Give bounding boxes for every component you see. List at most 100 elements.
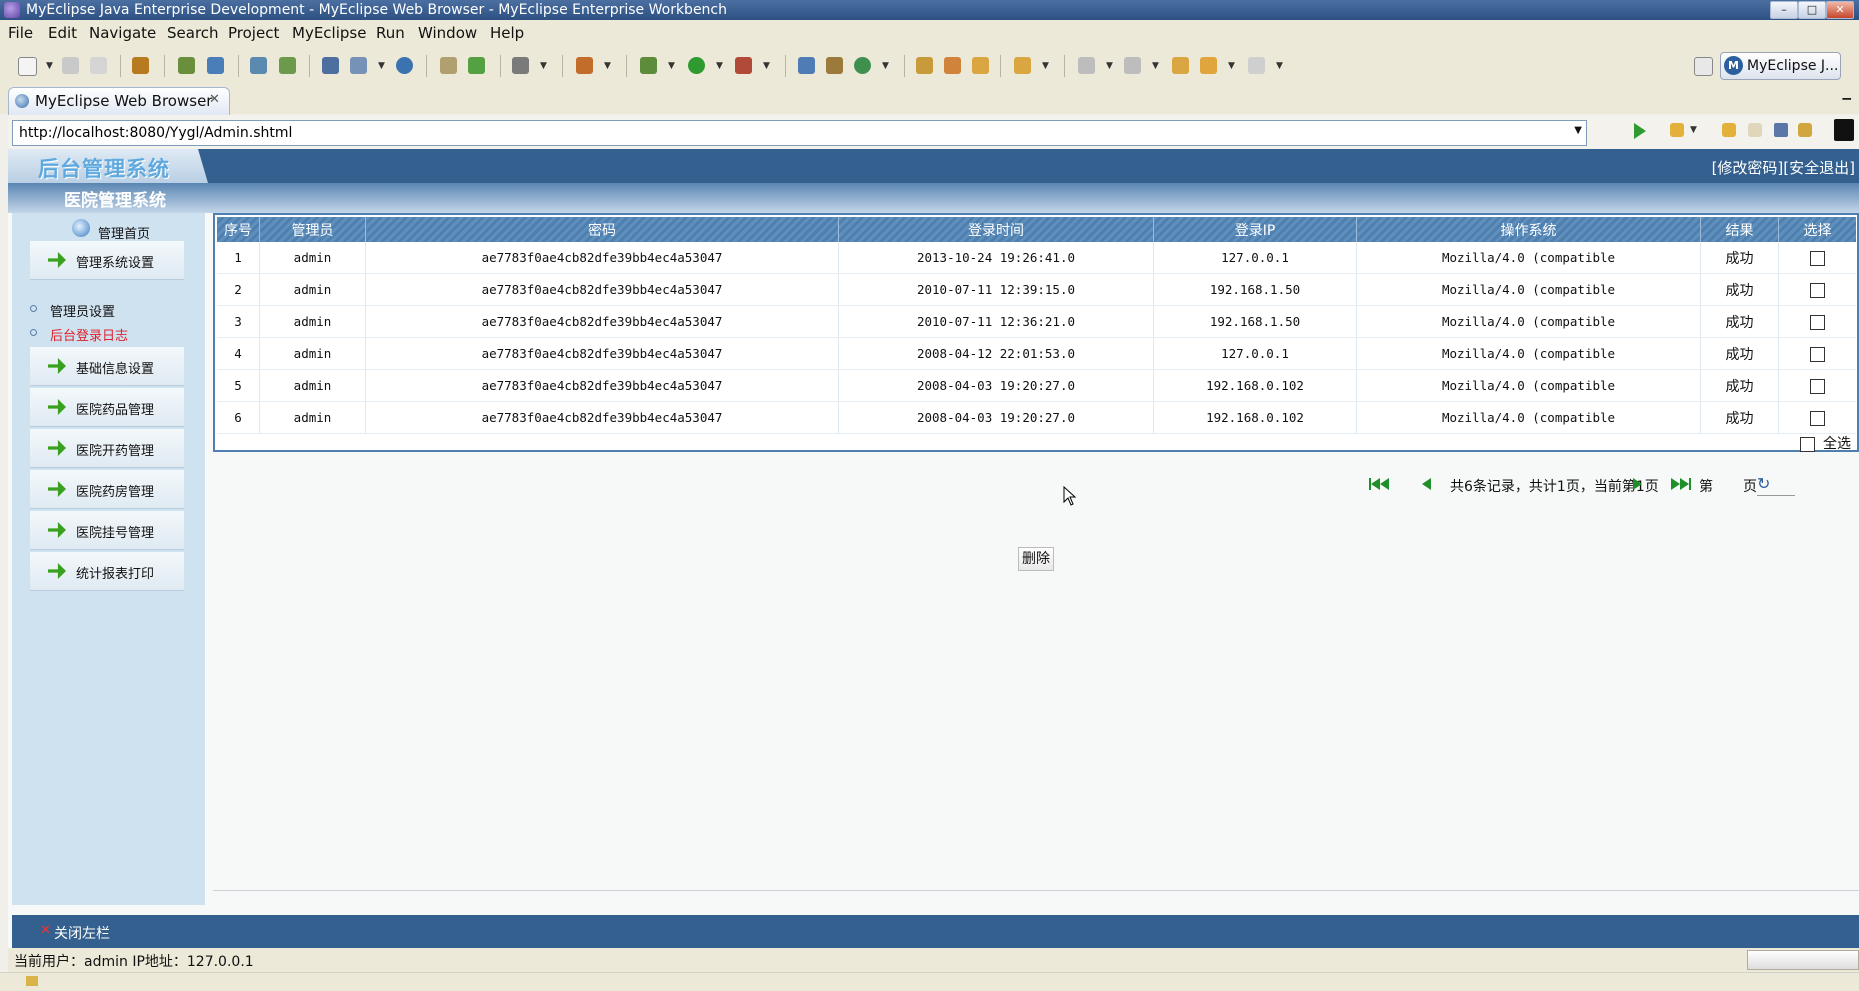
- chevron-down-icon[interactable]: ▼: [763, 61, 770, 71]
- change-password-link[interactable]: [修改密码]: [1712, 159, 1784, 177]
- row-checkbox[interactable]: [1810, 346, 1825, 362]
- menu-help[interactable]: Help: [490, 24, 524, 42]
- chevron-down-icon[interactable]: ▼: [540, 61, 547, 71]
- logout-link[interactable]: [安全退出]: [1783, 159, 1855, 177]
- search-icon[interactable]: [1014, 57, 1031, 74]
- close-icon[interactable]: ✕: [40, 923, 51, 938]
- chevron-down-icon[interactable]: ▼: [882, 61, 889, 71]
- go-icon[interactable]: [1634, 123, 1646, 139]
- tab-web-browser[interactable]: MyEclipse Web Browser ✕: [8, 87, 230, 116]
- last-edit-icon[interactable]: [1172, 57, 1189, 74]
- row-checkbox[interactable]: [1810, 250, 1825, 266]
- back-icon[interactable]: [1722, 123, 1736, 137]
- folder-icon[interactable]: [440, 57, 457, 74]
- run-icon[interactable]: [688, 57, 705, 74]
- open-resource-icon[interactable]: [972, 57, 989, 74]
- sidebar-item-basic-info[interactable]: 基础信息设置: [30, 347, 184, 386]
- row-checkbox[interactable]: [1810, 410, 1825, 426]
- chevron-down-icon[interactable]: ▼: [1106, 61, 1113, 71]
- wizard-icon[interactable]: [322, 57, 339, 74]
- back-icon[interactable]: [1200, 57, 1217, 74]
- refresh-icon[interactable]: [279, 57, 296, 74]
- next-annotation-icon[interactable]: [1078, 57, 1095, 74]
- close-window-button[interactable]: ✕: [1826, 1, 1854, 19]
- image-icon[interactable]: [512, 57, 529, 74]
- fast-view-icon[interactable]: [26, 976, 38, 986]
- row-checkbox[interactable]: [1810, 314, 1825, 330]
- print-icon[interactable]: [90, 57, 107, 74]
- sidebar-item-registration[interactable]: 医院挂号管理: [30, 511, 184, 550]
- chevron-down-icon[interactable]: ▼: [604, 61, 611, 71]
- chevron-down-icon[interactable]: ▼: [1152, 61, 1159, 71]
- close-sidebar-link[interactable]: 关闭左栏: [54, 923, 110, 943]
- new-package-icon[interactable]: [826, 57, 843, 74]
- sidebar-home[interactable]: 管理首页: [72, 219, 182, 242]
- chevron-down-icon[interactable]: ▼: [46, 61, 53, 71]
- tools-icon[interactable]: [576, 57, 593, 74]
- forward-icon[interactable]: [1748, 123, 1762, 137]
- sidebar-item-pharmacy[interactable]: 医院药房管理: [30, 470, 184, 509]
- cell-login-time: 2008-04-03 19:20:27.0: [838, 369, 1154, 402]
- prev-annotation-icon[interactable]: [1124, 57, 1141, 74]
- chevron-down-icon[interactable]: ▼: [1276, 61, 1283, 71]
- add-icon[interactable]: [468, 57, 485, 74]
- minimize-view-icon[interactable]: ▁: [1843, 87, 1851, 100]
- new-class-icon[interactable]: [798, 57, 815, 74]
- external-tools-icon[interactable]: [735, 57, 752, 74]
- row-checkbox[interactable]: [1810, 378, 1825, 394]
- new-web-icon[interactable]: [854, 57, 871, 74]
- last-page-icon[interactable]: [1671, 478, 1691, 494]
- chevron-down-icon[interactable]: ▼: [378, 61, 385, 71]
- select-all[interactable]: 全选: [1800, 433, 1851, 453]
- menu-window[interactable]: Window: [418, 24, 477, 42]
- select-all-checkbox[interactable]: [1800, 436, 1815, 452]
- menu-myeclipse[interactable]: MyEclipse: [292, 24, 366, 42]
- menu-file[interactable]: File: [8, 24, 33, 42]
- globe-icon[interactable]: [396, 57, 413, 74]
- maximize-button[interactable]: □: [1798, 1, 1826, 19]
- chevron-down-icon[interactable]: ▼: [1690, 125, 1697, 135]
- console-icon[interactable]: [1834, 119, 1854, 141]
- save-icon[interactable]: [62, 57, 79, 74]
- menu-edit[interactable]: Edit: [48, 24, 77, 42]
- url-input[interactable]: [17, 123, 1561, 143]
- menu-run[interactable]: Run: [376, 24, 405, 42]
- sidebar-item-prescriptions[interactable]: 医院开药管理: [30, 429, 184, 468]
- web-icon[interactable]: [350, 57, 367, 74]
- debug-icon[interactable]: [640, 57, 657, 74]
- menu-navigate[interactable]: Navigate: [89, 24, 156, 42]
- close-tab-icon[interactable]: ✕: [209, 92, 220, 107]
- sidebar-item-drugs[interactable]: 医院药品管理: [30, 388, 184, 427]
- package-icon[interactable]: [132, 57, 149, 74]
- new-icon[interactable]: [18, 57, 37, 76]
- prev-page-icon[interactable]: [1421, 478, 1431, 494]
- open-perspective-icon[interactable]: [1694, 57, 1713, 76]
- run-app-icon[interactable]: [250, 57, 267, 74]
- go-page-icon[interactable]: ↻: [1757, 474, 1770, 493]
- minimize-button[interactable]: –: [1770, 1, 1798, 19]
- first-page-icon[interactable]: [1369, 478, 1389, 494]
- cell-password: ae7783f0ae4cb82dfe39bb4ec4a53047: [365, 242, 839, 274]
- forward-icon[interactable]: [1248, 57, 1265, 74]
- next-page-icon[interactable]: [1633, 478, 1642, 494]
- address-bar[interactable]: ▼: [12, 120, 1587, 146]
- favorites-icon[interactable]: [1670, 123, 1684, 137]
- chevron-down-icon[interactable]: ▼: [668, 61, 675, 71]
- sidebar-item-reports[interactable]: 统计报表打印: [30, 552, 184, 591]
- chevron-down-icon[interactable]: ▼: [716, 61, 723, 71]
- sidebar-item-system-settings[interactable]: 管理系统设置: [30, 241, 184, 280]
- server-icon[interactable]: [207, 57, 224, 74]
- stop-icon[interactable]: [1774, 123, 1788, 137]
- chevron-down-icon[interactable]: ▼: [1228, 61, 1235, 71]
- menu-project[interactable]: Project: [228, 24, 279, 42]
- chevron-down-icon[interactable]: ▼: [1042, 61, 1049, 71]
- menu-search[interactable]: Search: [167, 24, 219, 42]
- deploy-icon[interactable]: [178, 57, 195, 74]
- row-checkbox[interactable]: [1810, 282, 1825, 298]
- perspective-button[interactable]: M MyEclipse J...: [1720, 52, 1841, 80]
- delete-button[interactable]: 删除: [1018, 547, 1054, 571]
- open-task-icon[interactable]: [944, 57, 961, 74]
- open-type-icon[interactable]: [916, 57, 933, 74]
- refresh-icon[interactable]: [1798, 123, 1812, 137]
- chevron-down-icon[interactable]: ▼: [1574, 125, 1582, 136]
